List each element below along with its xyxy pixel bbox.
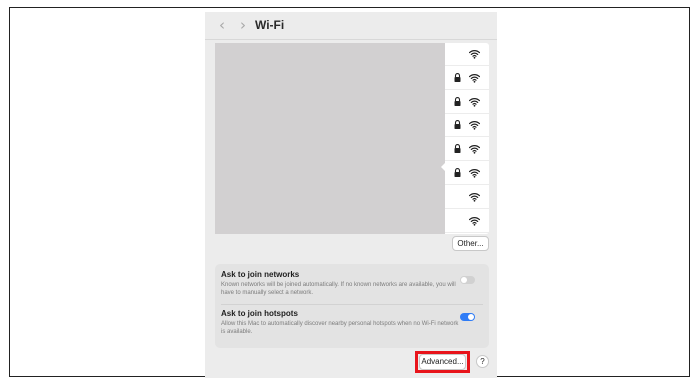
network-row[interactable] xyxy=(445,138,489,162)
network-row[interactable] xyxy=(445,91,489,114)
advanced-button-highlight xyxy=(415,351,470,373)
toolbar: ‹ › Wi-Fi xyxy=(205,12,497,40)
other-network-button[interactable]: Other... xyxy=(452,236,489,251)
wifi-icon xyxy=(469,192,480,202)
forward-button[interactable]: › xyxy=(235,16,251,34)
ask-join-networks-toggle[interactable] xyxy=(460,276,475,284)
network-row[interactable] xyxy=(445,43,489,66)
wifi-icon xyxy=(469,73,480,83)
wifi-icon xyxy=(469,97,480,107)
lock-icon xyxy=(454,72,461,82)
page-title: Wi-Fi xyxy=(255,18,285,32)
network-row[interactable] xyxy=(445,186,489,209)
wifi-icon xyxy=(469,121,480,131)
divider xyxy=(221,304,483,305)
ask-join-hotspots-title: Ask to join hotspots xyxy=(221,309,298,318)
toggle-knob xyxy=(461,277,467,283)
lock-icon xyxy=(454,96,461,106)
wifi-settings-window: ‹ › Wi-Fi Other... Ask to join networks … xyxy=(205,12,497,378)
ask-join-hotspots-toggle[interactable] xyxy=(460,313,475,321)
network-row[interactable] xyxy=(445,67,489,90)
network-row[interactable] xyxy=(445,114,489,138)
ask-join-networks-description: Known networks will be joined automatica… xyxy=(221,282,456,296)
ask-join-hotspots-setting: Ask to join hotspots Allow this Mac to a… xyxy=(221,309,483,336)
ask-join-networks-title: Ask to join networks xyxy=(221,270,300,279)
ask-join-networks-setting: Ask to join networks Known networks will… xyxy=(221,270,483,297)
back-button[interactable]: ‹ xyxy=(214,16,230,34)
lock-icon xyxy=(454,120,461,130)
redacted-network-names xyxy=(215,43,445,234)
help-button[interactable]: ? xyxy=(476,355,489,368)
lock-icon xyxy=(454,168,461,177)
wifi-icon xyxy=(469,169,480,178)
wifi-icon xyxy=(469,216,480,226)
wifi-icon xyxy=(469,145,480,154)
ask-join-hotspots-description: Allow this Mac to automatically discover… xyxy=(221,321,459,335)
join-settings-panel: Ask to join networks Known networks will… xyxy=(215,264,489,348)
network-row[interactable] xyxy=(445,162,489,185)
wifi-icon xyxy=(469,50,480,59)
lock-icon xyxy=(454,144,461,154)
toggle-knob xyxy=(468,314,474,320)
network-list xyxy=(215,43,489,234)
network-row[interactable] xyxy=(445,210,489,233)
